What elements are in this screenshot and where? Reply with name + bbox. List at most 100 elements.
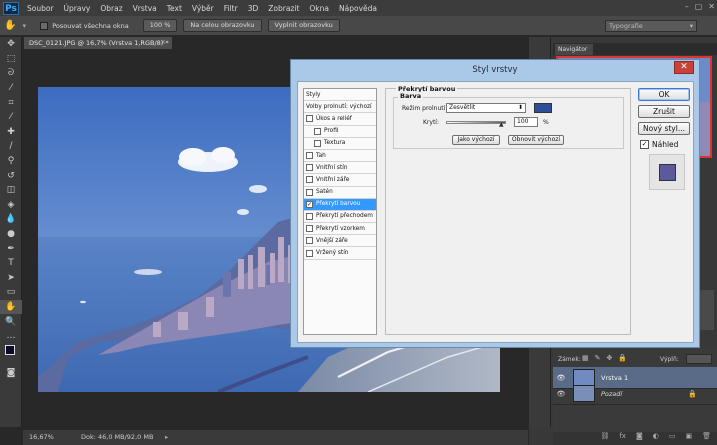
style-item[interactable]: Satén bbox=[304, 187, 376, 199]
adjustment-icon[interactable]: ◐ bbox=[653, 432, 659, 445]
path-select-tool-icon[interactable]: ➤ bbox=[0, 271, 22, 286]
style-item[interactable]: ✓ Překrytí barvou bbox=[304, 198, 376, 211]
style-checkbox[interactable] bbox=[306, 176, 313, 184]
more-tools-icon[interactable]: … bbox=[0, 329, 22, 344]
menu-upravy[interactable]: Úpravy bbox=[59, 4, 96, 13]
style-item[interactable]: Překrytí vzorkem bbox=[304, 223, 376, 236]
style-item[interactable]: Vnitřní záře bbox=[304, 174, 376, 187]
style-item[interactable]: Úkos a reliéf bbox=[304, 113, 376, 126]
style-item[interactable]: Vnitřní stín bbox=[304, 162, 376, 175]
menu-napoveda[interactable]: Nápověda bbox=[334, 4, 382, 13]
fill-field[interactable] bbox=[686, 354, 712, 364]
lasso-tool-icon[interactable]: ᘐ bbox=[0, 66, 22, 81]
eyedropper-tool-icon[interactable]: ⁄ bbox=[0, 110, 22, 125]
opacity-field[interactable]: 100 bbox=[514, 117, 538, 127]
overlay-color-swatch[interactable] bbox=[534, 103, 552, 113]
paint-bucket-tool-icon[interactable]: ◈ bbox=[0, 198, 22, 213]
new-layer-icon[interactable]: ▣ bbox=[685, 432, 692, 445]
menu-3d[interactable]: 3D bbox=[243, 4, 264, 13]
group-icon[interactable]: ▭ bbox=[669, 432, 676, 445]
clone-stamp-tool-icon[interactable]: ⚲ bbox=[0, 154, 22, 169]
style-item[interactable]: Tah bbox=[304, 150, 376, 163]
marquee-tool-icon[interactable]: ⬚ bbox=[0, 52, 22, 67]
quick-select-tool-icon[interactable]: ⁄ bbox=[0, 81, 22, 96]
new-style-button[interactable]: Nový styl... bbox=[638, 122, 690, 135]
pen-tool-icon[interactable]: ✒ bbox=[0, 241, 22, 256]
menu-vrstva[interactable]: Vrstva bbox=[128, 4, 162, 13]
hand-tool-icon[interactable]: ✋ bbox=[4, 20, 16, 31]
menu-obraz[interactable]: Obraz bbox=[95, 4, 127, 13]
panel-scroll[interactable] bbox=[700, 290, 714, 330]
lock-all-icon[interactable]: 🔒 bbox=[618, 354, 627, 362]
style-checkbox[interactable] bbox=[306, 152, 313, 160]
visibility-eye-icon[interactable]: 👁 bbox=[553, 374, 569, 382]
layer-row[interactable]: 👁 Pozadí 🔒 bbox=[553, 383, 717, 405]
lock-transparent-icon[interactable]: ▦ bbox=[582, 354, 589, 362]
menu-zobrazit[interactable]: Zobrazit bbox=[263, 4, 304, 13]
lock-move-icon[interactable]: ✥ bbox=[607, 354, 613, 362]
eraser-tool-icon[interactable]: ◫ bbox=[0, 183, 22, 198]
maximize-icon[interactable]: ▢ bbox=[695, 2, 703, 11]
zoom-tool-icon[interactable]: 🔍 bbox=[0, 314, 22, 329]
style-checkbox[interactable] bbox=[314, 139, 321, 147]
move-tool-icon[interactable]: ✥ bbox=[0, 37, 22, 52]
ok-button[interactable]: OK bbox=[638, 88, 690, 101]
style-checkbox[interactable] bbox=[306, 249, 313, 257]
style-checkbox[interactable] bbox=[306, 164, 313, 172]
tab-navigator[interactable]: Navigátor bbox=[555, 44, 593, 55]
style-checkbox[interactable]: ✓ bbox=[306, 200, 313, 208]
style-checkbox[interactable] bbox=[306, 225, 313, 233]
cancel-button[interactable]: Zrušit bbox=[638, 105, 690, 118]
style-checkbox[interactable] bbox=[306, 188, 313, 196]
workspace-dropdown[interactable]: Typografie ▾ bbox=[605, 20, 697, 32]
style-checkbox[interactable] bbox=[306, 115, 313, 123]
preview-checkbox-group[interactable]: ✓ Náhled bbox=[640, 140, 678, 149]
trash-icon[interactable]: 🗑 bbox=[702, 432, 711, 445]
style-item[interactable]: Vržený stín bbox=[304, 247, 376, 260]
style-item[interactable]: Vnější záře bbox=[304, 235, 376, 248]
blend-mode-select[interactable]: Zesvětlit ⬍ bbox=[446, 103, 526, 113]
link-layers-icon[interactable]: ⛓ bbox=[600, 432, 609, 445]
layer-name[interactable]: Pozadí bbox=[601, 390, 622, 398]
visibility-eye-icon[interactable]: 👁 bbox=[553, 390, 569, 398]
shape-tool-icon[interactable]: ▭ bbox=[0, 285, 22, 300]
style-item[interactable]: Volby prolnutí: výchozí bbox=[304, 101, 376, 114]
style-checkbox[interactable] bbox=[306, 212, 313, 220]
layer-name[interactable]: Vrstva 1 bbox=[601, 374, 628, 382]
preview-checkbox[interactable]: ✓ bbox=[640, 140, 649, 149]
menu-filtr[interactable]: Filtr bbox=[219, 4, 243, 13]
fill-screen-button[interactable]: Vyplnit obrazovku bbox=[267, 19, 340, 32]
reset-default-button[interactable]: Obnovit výchozí bbox=[508, 135, 564, 145]
style-item[interactable]: Překrytí přechodem bbox=[304, 211, 376, 224]
dodge-tool-icon[interactable]: ● bbox=[0, 227, 22, 242]
status-menu-arrow-icon[interactable]: ▸ bbox=[165, 430, 168, 445]
make-default-button[interactable]: Jako výchozí bbox=[452, 135, 500, 145]
brush-tool-icon[interactable]: ∕ bbox=[0, 139, 22, 154]
scroll-all-checkbox[interactable] bbox=[39, 21, 48, 30]
tool-preset-dropdown-icon[interactable]: ▾ bbox=[22, 22, 26, 30]
close-window-icon[interactable]: ✕ bbox=[708, 2, 715, 11]
opacity-slider-track[interactable] bbox=[446, 121, 506, 124]
foreground-color[interactable] bbox=[5, 345, 15, 356]
type-tool-icon[interactable]: T bbox=[0, 256, 22, 271]
quick-mask-icon[interactable]: ◙ bbox=[0, 365, 22, 380]
menu-okna[interactable]: Okna bbox=[304, 4, 334, 13]
blur-tool-icon[interactable]: 💧 bbox=[0, 212, 22, 227]
zoom-100-button[interactable]: 100 % bbox=[142, 19, 178, 32]
fx-icon[interactable]: fx bbox=[619, 432, 626, 445]
menu-soubor[interactable]: Soubor bbox=[22, 4, 59, 13]
crop-tool-icon[interactable]: ⌗ bbox=[0, 95, 22, 110]
color-swatches[interactable] bbox=[0, 343, 21, 365]
zoom-level[interactable]: 16,67% bbox=[29, 430, 54, 445]
dialog-close-button[interactable]: ✕ bbox=[674, 61, 694, 74]
style-checkbox[interactable] bbox=[306, 237, 313, 245]
history-brush-tool-icon[interactable]: ↺ bbox=[0, 168, 22, 183]
style-item[interactable]: Textura bbox=[304, 138, 376, 150]
style-checkbox[interactable] bbox=[314, 127, 321, 135]
healing-brush-tool-icon[interactable]: ✚ bbox=[0, 125, 22, 140]
mask-icon[interactable]: ◙ bbox=[636, 432, 643, 445]
fit-screen-button[interactable]: Na celou obrazovku bbox=[183, 19, 262, 32]
menu-text[interactable]: Text bbox=[162, 4, 187, 13]
menu-vyber[interactable]: Výběr bbox=[187, 4, 219, 13]
lock-paint-icon[interactable]: ✎ bbox=[595, 354, 601, 362]
